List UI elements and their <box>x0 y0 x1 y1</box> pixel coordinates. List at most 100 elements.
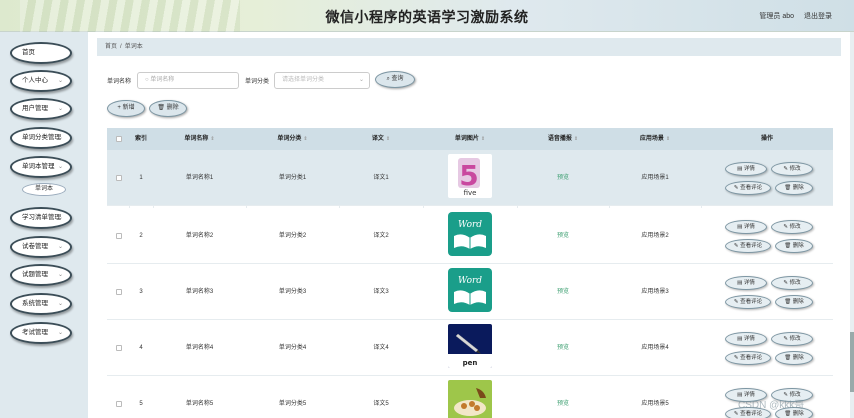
view-comments-button[interactable]: ✎ 查看评论 <box>725 239 771 253</box>
cell-translation: 译文2 <box>373 233 389 239</box>
word-name-input[interactable]: ○ 单词名称 <box>137 72 239 89</box>
trash-icon: 🗑 <box>784 355 793 361</box>
header-audio[interactable]: 语音播报 ⇕ <box>517 128 609 150</box>
detail-button[interactable]: ▤ 详情 <box>725 220 767 234</box>
image-caption: pen <box>463 359 478 367</box>
row-delete-button[interactable]: 🗑 删除 <box>775 295 813 309</box>
vertical-scrollbar[interactable] <box>850 32 854 418</box>
audio-preview-link[interactable]: 预览 <box>517 150 609 206</box>
word-image[interactable] <box>448 380 492 418</box>
detail-button[interactable]: ▤ 详情 <box>725 162 767 176</box>
pen-thumbnail: pen <box>448 324 492 368</box>
cell-word-name: 单词名称5 <box>185 401 214 407</box>
cell-translation: 译文1 <box>373 175 389 181</box>
five-thumbnail: 5five <box>448 154 492 198</box>
cell-word-category: 单词分类5 <box>278 401 307 407</box>
cell-scene: 应用场景1 <box>641 175 669 181</box>
edit-button[interactable]: ✎ 修改 <box>771 220 813 234</box>
query-button[interactable]: ⌕ 查询 <box>375 71 415 88</box>
row-checkbox[interactable] <box>116 233 122 239</box>
row-checkbox[interactable] <box>116 401 122 407</box>
sidebar-item-exams[interactable]: 考试管理 ⌄ <box>10 322 72 344</box>
word-image[interactable]: Word <box>448 268 492 312</box>
add-button[interactable]: + 新增 <box>107 100 145 117</box>
table-row[interactable]: 4 单词名称4 单词分类4 译文4 pen 预览 应用场景4 ▤ 详情 ✎ 修改 ✎ 查看评论 🗑 … <box>107 320 833 376</box>
sort-icon: ⇕ <box>665 136 671 142</box>
table-row[interactable]: 3 单词名称3 单词分类3 译文3 Word 预览 应用场景3 ▤ 详情 ✎ 修改 ✎ 查看评论 🗑… <box>107 264 833 320</box>
header-word-name[interactable]: 单词名称 ⇕ <box>153 128 246 150</box>
sort-icon: ⇕ <box>480 136 486 142</box>
cell-translation: 译文3 <box>373 289 389 295</box>
sidebar-item-users[interactable]: 用户管理 ⌄ <box>10 98 72 120</box>
edit-button[interactable]: ✎ 修改 <box>771 276 813 290</box>
sidebar-item-study-list[interactable]: 学习清单管理 ⌄ <box>10 207 72 229</box>
sidebar-item-label: 单词本管理 <box>22 163 55 170</box>
sidebar-item-word-category[interactable]: 单词分类管理 ⌄ <box>10 127 72 149</box>
word-category-select[interactable]: 请选择单词分类 ⌄ <box>274 72 370 89</box>
breadcrumb-home[interactable]: 首页 <box>105 44 117 50</box>
trash-icon: 🗑 <box>784 243 793 249</box>
word-book-thumbnail: Word <box>448 212 492 256</box>
row-delete-button-label: 删除 <box>792 299 804 305</box>
sidebar-item-questions[interactable]: 试题管理 ⌄ <box>10 264 72 286</box>
table-row[interactable]: 2 单词名称2 单词分类2 译文2 Word 预览 应用场景2 ▤ 详情 ✎ 修改 ✎ 查看评论 🗑… <box>107 208 833 264</box>
view-comments-button-label: 查看评论 <box>740 299 763 305</box>
header-label: 单词分类 <box>277 136 302 142</box>
sidebar-subitem-wordbook[interactable]: 单词本 <box>22 183 66 196</box>
row-delete-button-label: 删除 <box>792 243 804 249</box>
document-icon: ▤ <box>737 166 744 172</box>
view-comments-button[interactable]: ✎ 查看评论 <box>725 351 771 365</box>
view-comments-button-label: 查看评论 <box>740 355 763 361</box>
row-delete-button[interactable]: 🗑 删除 <box>775 351 813 365</box>
cell-index: 3 <box>139 289 143 295</box>
word-image[interactable]: 5 five <box>448 154 492 198</box>
audio-preview-link[interactable]: 预览 <box>517 376 609 418</box>
audio-preview-link[interactable]: 预览 <box>517 208 609 264</box>
header-translation[interactable]: 译文 ⇕ <box>339 128 423 150</box>
row-delete-button[interactable]: 🗑 删除 <box>775 181 813 195</box>
edit-button[interactable]: ✎ 修改 <box>771 162 813 176</box>
cell-word-name: 单词名称2 <box>185 233 214 239</box>
delete-button[interactable]: 🗑 删除 <box>149 100 187 117</box>
row-checkbox[interactable] <box>116 345 122 351</box>
header-word-category[interactable]: 单词分类 ⇕ <box>246 128 339 150</box>
row-checkbox[interactable] <box>116 175 122 181</box>
view-comments-button[interactable]: ✎ 查看评论 <box>725 181 771 195</box>
cell-word-name: 单词名称1 <box>185 175 214 181</box>
table-row[interactable]: 1 单词名称1 单词分类1 译文1 5 five 预览 应用场景1 ▤ 详情 ✎ 修改 ✎ 查看评论… <box>107 150 833 206</box>
view-comments-button-label: 查看评论 <box>740 185 763 191</box>
view-comments-button-label: 查看评论 <box>740 243 763 249</box>
word-image[interactable]: pen <box>448 324 492 368</box>
sidebar-item-profile[interactable]: 个人中心 ⌄ <box>10 70 72 92</box>
sort-icon: ⇕ <box>210 136 215 142</box>
row-checkbox[interactable] <box>116 289 122 295</box>
select-all-checkbox[interactable] <box>116 136 122 142</box>
header-label: 单词图片 <box>454 136 479 142</box>
cell-index: 1 <box>139 175 143 181</box>
row-delete-button[interactable]: 🗑 删除 <box>775 239 813 253</box>
header-label: 应用场景 <box>639 136 664 142</box>
sidebar-item-label: 用户管理 <box>22 105 48 112</box>
sidebar-item-system[interactable]: 系统管理 ⌄ <box>10 293 72 315</box>
audio-preview-link[interactable]: 预览 <box>517 320 609 376</box>
cell-word-name: 单词名称4 <box>185 345 214 351</box>
detail-button[interactable]: ▤ 详情 <box>725 276 767 290</box>
sidebar-item-label: 个人中心 <box>22 77 48 84</box>
audio-preview-link[interactable]: 预览 <box>517 264 609 320</box>
food-thumbnail <box>448 380 492 418</box>
logout-link[interactable]: 退出登录 <box>804 11 832 21</box>
chevron-down-icon: ⌄ <box>57 78 63 84</box>
sidebar-item-label: 系统管理 <box>22 300 48 307</box>
detail-button[interactable]: ▤ 详情 <box>725 332 767 346</box>
sidebar-item-papers[interactable]: 试卷管理 ⌄ <box>10 236 72 258</box>
word-image[interactable]: Word <box>448 212 492 256</box>
table-row[interactable]: 5 单词名称5 单词分类5 译文5 预览 应用场景5 ▤ 详情 ✎ 修改 ✎ 查看评论 🗑 删除 <box>107 376 833 418</box>
header-scene[interactable]: 应用场景 ⇕ <box>609 128 701 150</box>
scrollbar-thumb[interactable] <box>850 332 854 392</box>
view-comments-button[interactable]: ✎ 查看评论 <box>725 295 771 309</box>
edit-button[interactable]: ✎ 修改 <box>771 332 813 346</box>
sidebar-item-label: 学习清单管理 <box>22 214 61 221</box>
header-word-image[interactable]: 单词图片 ⇕ <box>423 128 517 150</box>
sidebar-item-wordbook[interactable]: 单词本管理 ⌄ <box>10 156 72 178</box>
sidebar-item-home[interactable]: 首页 <box>10 42 72 64</box>
